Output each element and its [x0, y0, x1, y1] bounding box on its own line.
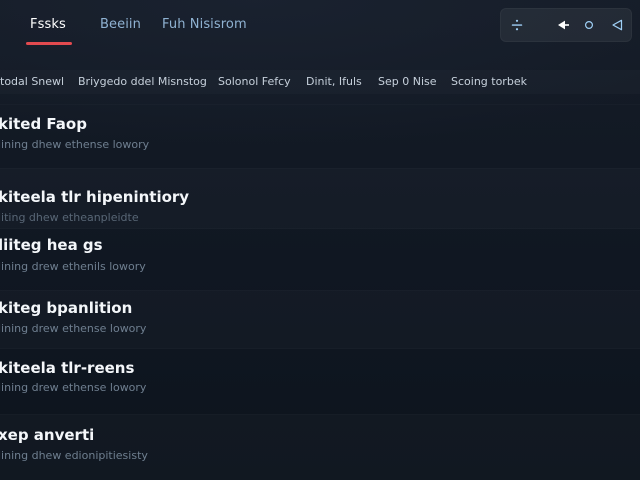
filter-row: todal Snewl Briygedo ddel Misnstog Solon…	[0, 70, 640, 94]
list-item-title: liiteg hea gs	[0, 236, 103, 254]
list-item-title: kiteela tlr-reens	[0, 359, 135, 377]
filter-solonol-fefcy[interactable]: Solonol Fefcy	[218, 75, 291, 89]
list-item[interactable]: kiteela tlr hipenintiory liting dhew eth…	[0, 168, 640, 229]
list-item-subtitle: lining drew ethenils lowory	[0, 260, 146, 273]
top-right-toolbar	[500, 8, 632, 42]
list-item[interactable]: kited Faop lining dhew ethense lowory	[0, 104, 640, 167]
back-triangle-icon	[610, 18, 624, 32]
pointer-icon	[555, 17, 571, 33]
tab-beeiin[interactable]: Beeiin	[100, 16, 141, 34]
list-item-subtitle: lining dhew ethense lowory	[0, 138, 150, 151]
filter-briygedo-ddel-misnstog[interactable]: Briygedo ddel Misnstog	[78, 75, 207, 89]
filter-todal-snewl[interactable]: todal Snewl	[0, 75, 64, 89]
back-button[interactable]	[600, 8, 634, 42]
tab-fuh-nisisrom[interactable]: Fuh Nisisrom	[162, 16, 247, 34]
list-item-title: kiteg bpanlition	[0, 299, 133, 317]
list-item-subtitle: lining dhew edionipitiesisty	[0, 449, 148, 462]
tab-fssks[interactable]: Fssks	[30, 16, 66, 34]
filter-sep-0-nise[interactable]: Sep 0 Nise	[378, 75, 437, 89]
top-navigation: Fssks Beeiin Fuh Nisisrom	[0, 0, 640, 54]
divide-button[interactable]	[500, 8, 534, 42]
list-item-title: kited Faop	[0, 115, 87, 133]
list-item-title: xep anverti	[0, 426, 95, 444]
list-item-title: kiteela tlr hipenintiory	[0, 188, 190, 206]
filter-scoing-torbek[interactable]: Scoing torbek	[451, 75, 527, 89]
list-item-subtitle: lining drew ethense lowory	[0, 322, 147, 335]
list-item[interactable]: kiteg bpanlition lining drew ethense low…	[0, 290, 640, 349]
task-list: kited Faop lining dhew ethense lowory ki…	[0, 104, 640, 480]
small-circle-icon	[583, 19, 595, 31]
list-item[interactable]: liiteg hea gs lining drew ethenils lowor…	[0, 228, 640, 291]
active-tab-indicator	[26, 42, 72, 45]
divide-icon	[510, 18, 524, 32]
list-item-subtitle: lining drew ethense lowory	[0, 381, 147, 394]
list-item[interactable]: xep anverti lining dhew edionipitiesisty	[0, 414, 640, 480]
filter-dinit-ifuls[interactable]: Dinit, Ifuls	[306, 75, 362, 89]
list-item[interactable]: kiteela tlr-reens lining drew ethense lo…	[0, 348, 640, 415]
list-item-subtitle: liting dhew etheanpleidte	[0, 211, 139, 224]
